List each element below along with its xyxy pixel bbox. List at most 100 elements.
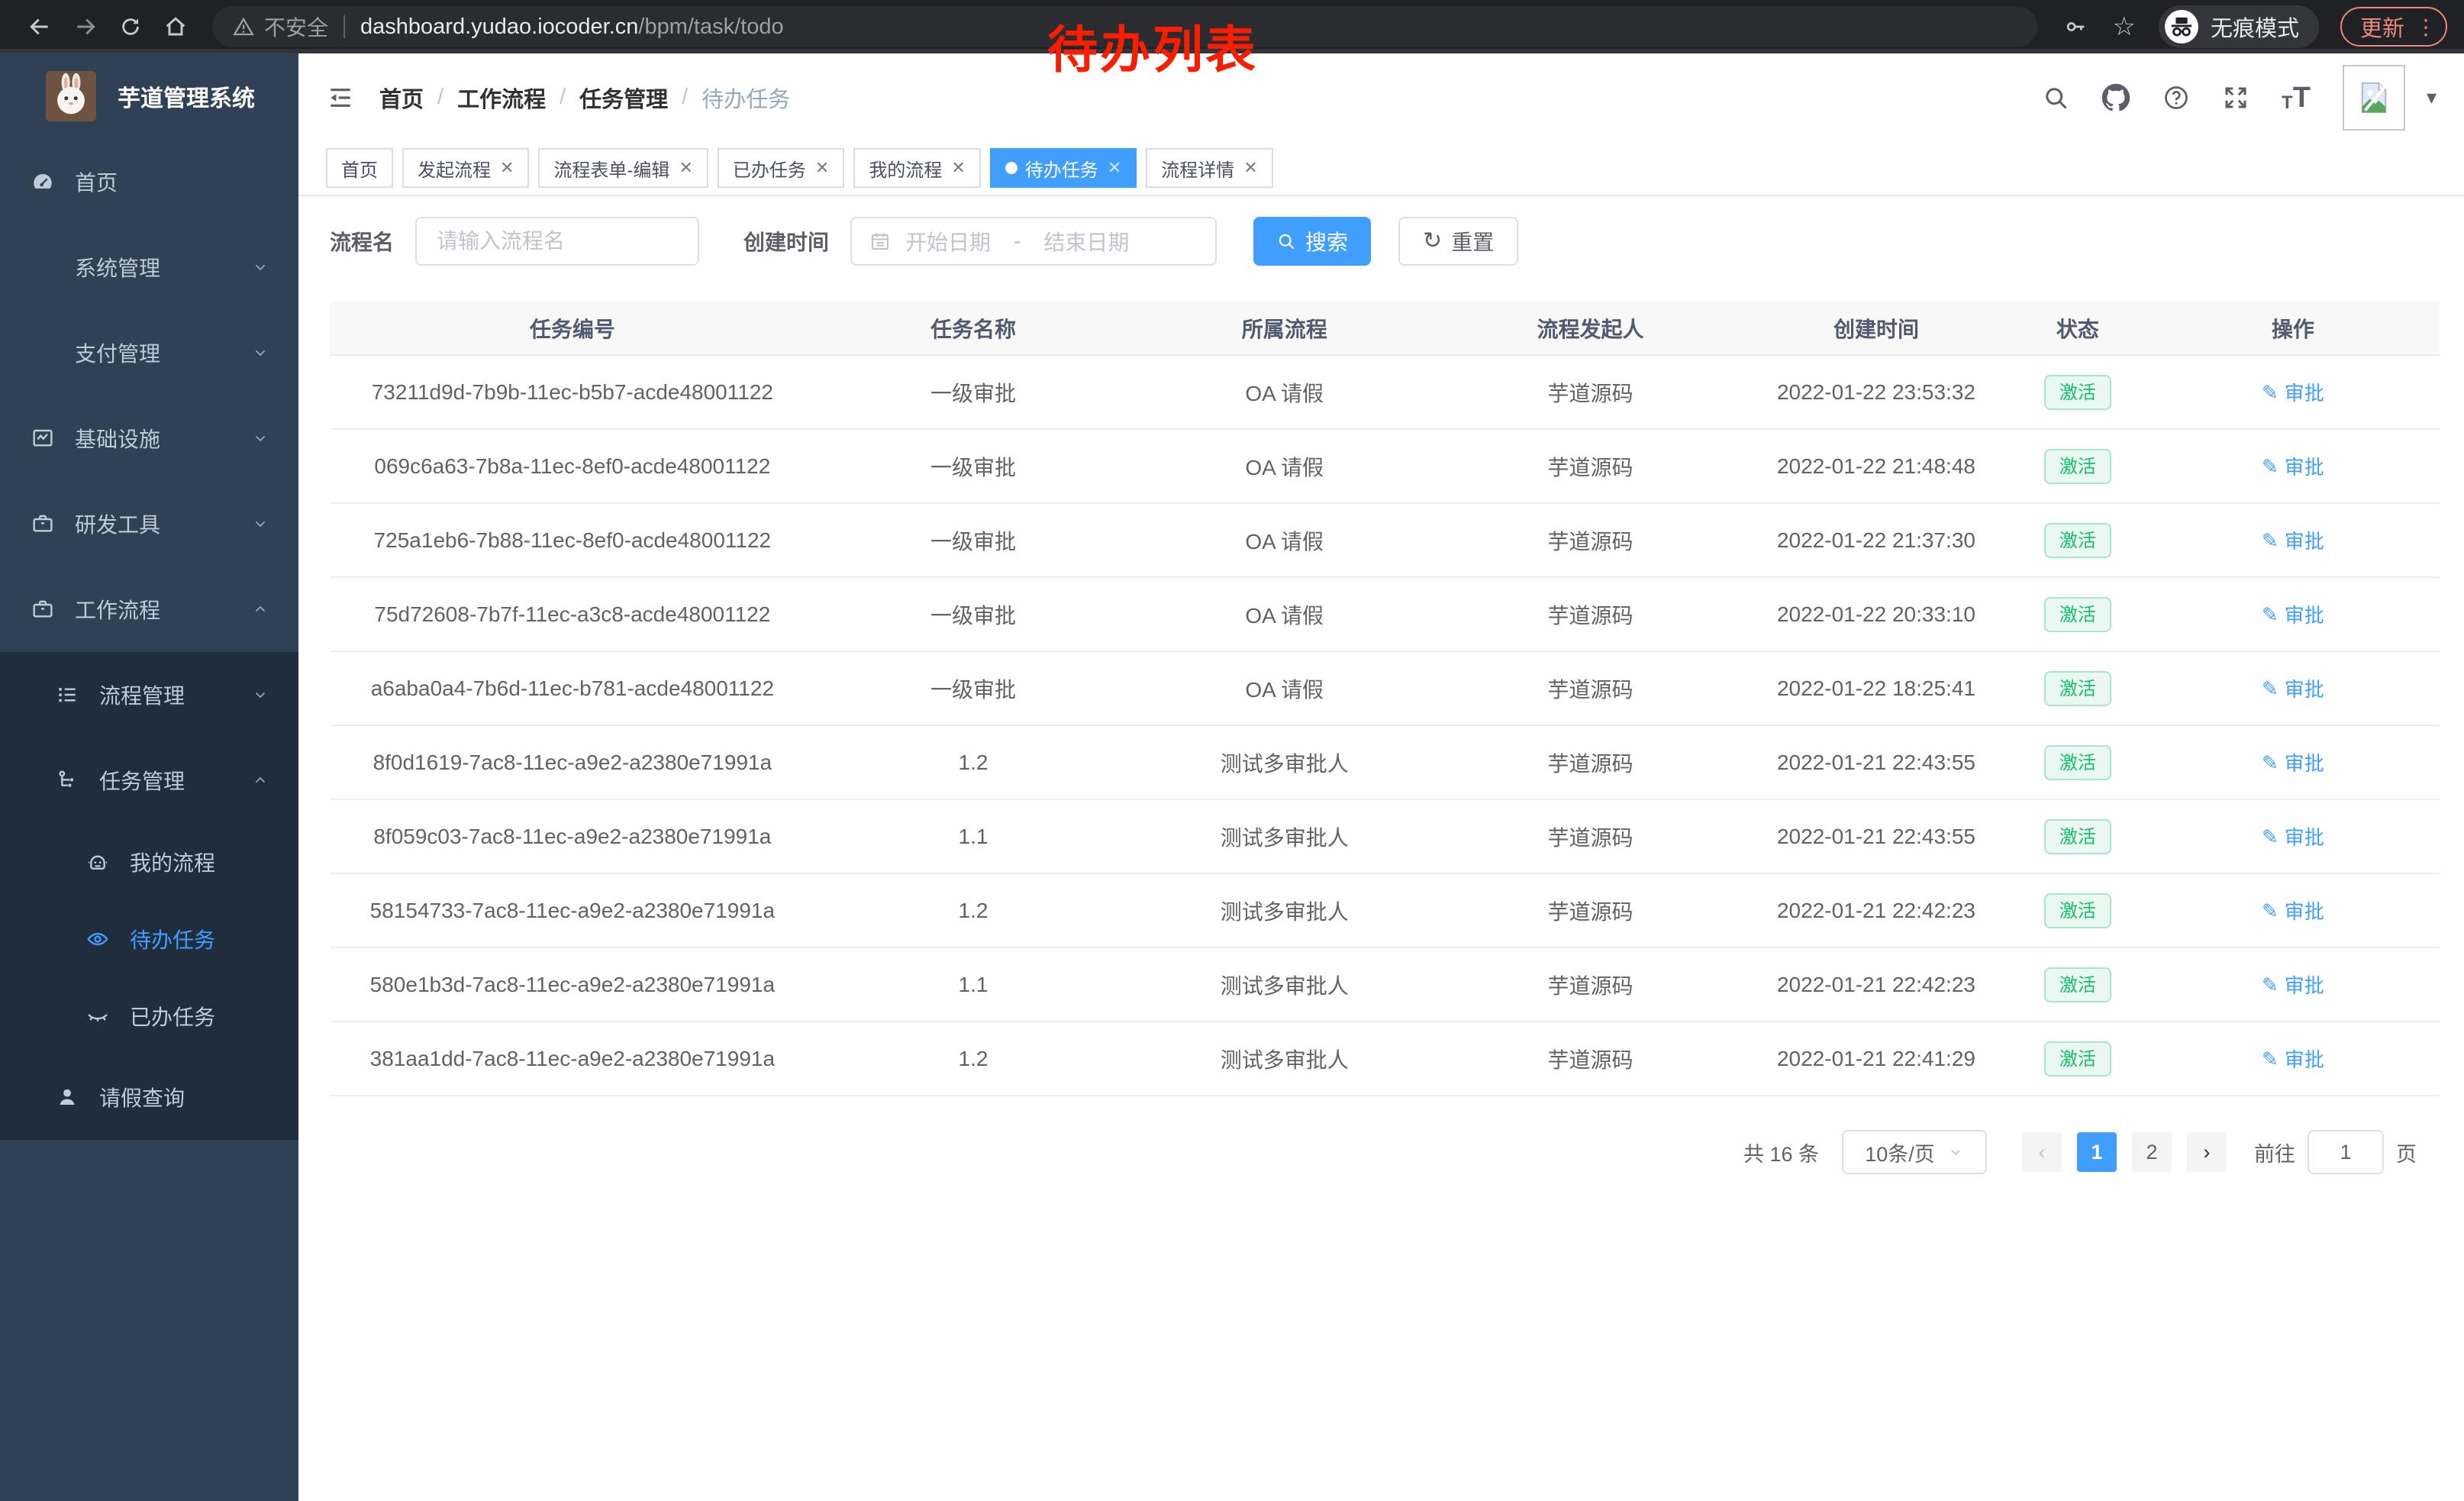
- view-tab-流程表单-编辑[interactable]: 流程表单-编辑 ✕: [538, 148, 708, 188]
- browser-home-icon[interactable]: [163, 15, 188, 39]
- cell-starter: 芋道源码: [1437, 429, 1743, 503]
- tab-close-icon[interactable]: ✕: [1243, 160, 1257, 176]
- cell-process: OA 请假: [1131, 355, 1437, 429]
- help-icon[interactable]: [2162, 84, 2190, 111]
- cell-starter: 芋道源码: [1437, 355, 1743, 429]
- browser-menu-icon[interactable]: ⋮: [2415, 15, 2437, 40]
- approve-link[interactable]: ✎ 审批: [2262, 452, 2324, 480]
- cell-created: 2022-01-21 22:42:23: [1743, 873, 2009, 947]
- view-tab-待办任务[interactable]: 待办任务 ✕: [990, 148, 1137, 188]
- tab-close-icon[interactable]: ✕: [500, 160, 514, 176]
- avatar-caret-icon[interactable]: ▾: [2427, 86, 2437, 109]
- cell-created: 2022-01-22 18:25:41: [1743, 651, 2009, 725]
- prev-page-button[interactable]: ‹: [2022, 1132, 2062, 1172]
- sidebar-item-我的流程[interactable]: 我的流程: [0, 823, 298, 900]
- column-header-任务名称: 任务名称: [815, 302, 1132, 355]
- eye-icon: [85, 927, 110, 951]
- view-tab-流程详情[interactable]: 流程详情 ✕: [1146, 148, 1272, 188]
- sidebar-item-基础设施[interactable]: 基础设施: [0, 395, 298, 481]
- not-secure-icon[interactable]: [232, 15, 255, 38]
- approve-link[interactable]: ✎ 审批: [2262, 378, 2324, 406]
- date-range-picker[interactable]: 开始日期 - 结束日期: [850, 217, 1217, 266]
- reset-button[interactable]: ↻ 重置: [1398, 217, 1518, 266]
- user-avatar[interactable]: [2343, 65, 2405, 131]
- broken-image-icon: [2356, 80, 2391, 115]
- browser-update-button[interactable]: 更新 ⋮: [2340, 7, 2447, 47]
- view-tab-首页[interactable]: 首页: [326, 148, 393, 188]
- app-window: 芋道管理系统 首页 系统管理 支付管理 基础设施 研发工具 工作流程 流程管理 …: [0, 53, 2464, 1501]
- cell-starter: 芋道源码: [1437, 503, 1743, 577]
- incognito-label: 无痕模式: [2211, 11, 2299, 43]
- status-badge: 激活: [2044, 819, 2111, 854]
- page-button-1[interactable]: 1: [2077, 1132, 2117, 1172]
- sidebar-item-首页[interactable]: 首页: [0, 139, 298, 224]
- sidebar-item-工作流程[interactable]: 工作流程: [0, 567, 298, 652]
- cell-process: 测试多审批人: [1131, 799, 1437, 873]
- chevron-icon: [251, 515, 269, 533]
- calendar-icon: [869, 230, 892, 253]
- approve-link[interactable]: ✎ 审批: [2262, 822, 2324, 851]
- view-tab-已办任务[interactable]: 已办任务 ✕: [718, 148, 844, 188]
- approve-link[interactable]: ✎ 审批: [2262, 970, 2324, 999]
- cell-task-name: 一级审批: [815, 577, 1132, 651]
- navbar: 首页/工作流程/任务管理/待办任务 TT ▾: [298, 53, 2464, 141]
- incognito-badge: 无痕模式: [2159, 5, 2319, 48]
- key-icon[interactable]: [2063, 15, 2088, 39]
- sidebar-item-流程管理[interactable]: 流程管理: [0, 652, 298, 738]
- edit-pencil-icon: ✎: [2262, 605, 2279, 625]
- sidebar-toggle-icon[interactable]: [326, 83, 355, 112]
- sidebar-item-请假查询[interactable]: 请假查询: [0, 1054, 298, 1140]
- tab-close-icon[interactable]: ✕: [1108, 160, 1121, 176]
- table-row: 75d72608-7b7f-11ec-a3c8-acde48001122 一级审…: [330, 577, 2440, 651]
- user-icon: [55, 1085, 79, 1109]
- sidebar-logo[interactable]: 芋道管理系统: [0, 53, 298, 139]
- column-header-流程发起人: 流程发起人: [1437, 302, 1743, 355]
- page-size-select[interactable]: 10条/页: [1842, 1130, 1987, 1174]
- process-name-input[interactable]: [415, 217, 699, 266]
- list-icon: [55, 683, 79, 707]
- sidebar-item-待办任务[interactable]: 待办任务: [0, 900, 298, 977]
- sidebar-item-研发工具[interactable]: 研发工具: [0, 481, 298, 567]
- approve-link[interactable]: ✎ 审批: [2262, 896, 2324, 925]
- fullscreen-icon[interactable]: [2222, 84, 2250, 111]
- search-icon[interactable]: [2042, 84, 2069, 111]
- sidebar-item-任务管理[interactable]: 任务管理: [0, 738, 298, 823]
- cell-starter: 芋道源码: [1437, 799, 1743, 873]
- approve-link[interactable]: ✎ 审批: [2262, 1044, 2324, 1073]
- font-size-icon[interactable]: TT: [2282, 83, 2311, 112]
- next-page-button[interactable]: ›: [2187, 1132, 2227, 1172]
- tab-close-icon[interactable]: ✕: [951, 160, 965, 176]
- breadcrumb-item[interactable]: 首页: [379, 82, 424, 114]
- page-button-2[interactable]: 2: [2132, 1132, 2172, 1172]
- cell-task-id: 8f0d1619-7ac8-11ec-a9e2-a2380e71991a: [330, 725, 815, 799]
- total-count-label: 共 16 条: [1743, 1138, 1819, 1167]
- sidebar-item-已办任务[interactable]: 已办任务: [0, 977, 298, 1054]
- bookmark-star-icon[interactable]: ☆: [2112, 14, 2135, 40]
- view-tab-发起流程[interactable]: 发起流程 ✕: [402, 148, 529, 188]
- goto-page-input[interactable]: [2308, 1130, 2384, 1174]
- cell-created: 2022-01-21 22:41:29: [1743, 1022, 2009, 1096]
- edit-pencil-icon: ✎: [2262, 383, 2279, 402]
- sidebar-item-支付管理[interactable]: 支付管理: [0, 310, 298, 395]
- search-button[interactable]: 搜索: [1253, 217, 1371, 266]
- page-content: 流程名 创建时间 开始日期 - 结束日期 搜索 ↻ 重置: [298, 196, 2464, 1501]
- breadcrumb-item[interactable]: 工作流程: [457, 82, 546, 114]
- sidebar-item-系统管理[interactable]: 系统管理: [0, 224, 298, 310]
- approve-link[interactable]: ✎ 审批: [2262, 600, 2324, 628]
- view-tab-我的流程[interactable]: 我的流程 ✕: [853, 148, 980, 188]
- breadcrumb-item[interactable]: 任务管理: [579, 82, 668, 114]
- browser-forward-icon[interactable]: [73, 15, 98, 39]
- tab-close-icon[interactable]: ✕: [815, 160, 829, 176]
- approve-link[interactable]: ✎ 审批: [2262, 748, 2324, 776]
- tab-close-icon[interactable]: ✕: [679, 160, 692, 176]
- browser-back-icon[interactable]: [27, 15, 52, 39]
- github-icon[interactable]: [2101, 83, 2130, 112]
- approve-link[interactable]: ✎ 审批: [2262, 526, 2324, 554]
- cell-starter: 芋道源码: [1437, 577, 1743, 651]
- main-panel: 首页/工作流程/任务管理/待办任务 TT ▾: [298, 53, 2464, 1501]
- approve-link[interactable]: ✎ 审批: [2262, 674, 2324, 702]
- cell-process: OA 请假: [1131, 651, 1437, 725]
- table-row: a6aba0a4-7b6d-11ec-b781-acde48001122 一级审…: [330, 651, 2440, 725]
- address-bar[interactable]: 不安全 dashboard.yudao.iocoder.cn /bpm/task…: [212, 6, 2037, 47]
- browser-reload-icon[interactable]: [119, 15, 142, 38]
